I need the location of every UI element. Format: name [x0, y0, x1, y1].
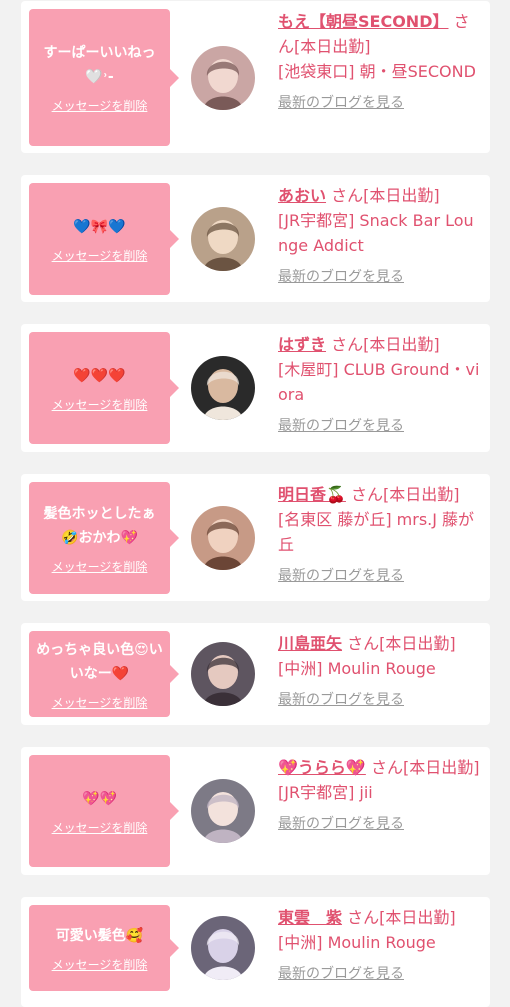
- cast-name-link[interactable]: 川島亜矢: [278, 634, 342, 653]
- work-status: さん[本日出勤]: [351, 485, 460, 504]
- avatar[interactable]: [191, 779, 255, 843]
- cast-name-line: はずき さん[本日出勤]: [278, 332, 482, 357]
- latest-blog-link[interactable]: 最新のブログを見る: [278, 92, 404, 112]
- delete-message-link[interactable]: メッセージを削除: [52, 396, 148, 413]
- message-bubble: 髪色ホッとしたぁ🤣おかわ💖 メッセージを削除: [29, 482, 179, 594]
- cast-info: あおい さん[本日出勤] [JR宇都宮] Snack Bar Lounge Ad…: [278, 183, 482, 286]
- latest-blog-link[interactable]: 最新のブログを見る: [278, 689, 404, 709]
- cast-name-line: 明日香🍒 さん[本日出勤]: [278, 482, 482, 507]
- message-text: 髪色ホッとしたぁ🤣おかわ💖: [43, 505, 156, 546]
- message-text: めっちゃ良い色😍いいなー❤️: [36, 641, 163, 682]
- avatar[interactable]: [191, 207, 255, 271]
- avatar[interactable]: [191, 642, 255, 706]
- message-card: めっちゃ良い色😍いいなー❤️ メッセージを削除 川島亜矢 さん[本日出勤] [中…: [21, 623, 490, 725]
- cast-info: 東雲 紫 さん[本日出勤] [中洲] Moulin Rouge 最新のブログを見…: [278, 905, 482, 983]
- message-card: すーぱーいいねっ🤍˒- メッセージを削除 もえ【朝昼SECOND】 さん[本日出…: [21, 1, 490, 153]
- cast-info: 💖うらら💖 さん[本日出勤] [JR宇都宮] jii 最新のブログを見る: [278, 755, 482, 833]
- avatar[interactable]: [191, 506, 255, 570]
- message-bubble: すーぱーいいねっ🤍˒- メッセージを削除: [29, 9, 179, 146]
- message-text: 💙🎀💙: [73, 218, 126, 235]
- message-card: 💙🎀💙 メッセージを削除 あおい さん[本日出勤] [JR宇都宮] Snack …: [21, 175, 490, 302]
- cast-info: はずき さん[本日出勤] [木屋町] CLUB Ground・viora 最新の…: [278, 332, 482, 435]
- profile-photo-icon: [191, 506, 255, 570]
- cast-name-link[interactable]: はずき: [278, 335, 326, 354]
- message-card: 💖💖 メッセージを削除 💖うらら💖 さん[本日出勤] [JR宇都宮] jii 最…: [21, 747, 490, 875]
- shop-info: [木屋町] CLUB Ground・viora: [278, 360, 480, 404]
- message-text: 可愛い髪色🥰: [55, 927, 144, 944]
- message-card: 髪色ホッとしたぁ🤣おかわ💖 メッセージを削除 明日香🍒 さん[本日出勤] [名東…: [21, 474, 490, 601]
- cast-info: 川島亜矢 さん[本日出勤] [中洲] Moulin Rouge 最新のブログを見…: [278, 631, 482, 709]
- work-status: さん[本日出勤]: [370, 758, 480, 777]
- profile-photo-icon: [191, 46, 255, 110]
- cast-name-link[interactable]: 💖うらら💖: [278, 758, 366, 777]
- delete-message-link[interactable]: メッセージを削除: [52, 694, 148, 711]
- cast-name-line: もえ【朝昼SECOND】 さん[本日出勤]: [278, 9, 482, 59]
- message-bubble: ❤️❤️❤️ メッセージを削除: [29, 332, 179, 444]
- cast-info: もえ【朝昼SECOND】 さん[本日出勤] [池袋東口] 朝・昼SECOND 最…: [278, 9, 482, 112]
- work-status: さん[本日出勤]: [347, 908, 456, 927]
- delete-message-link[interactable]: メッセージを削除: [52, 247, 148, 264]
- delete-message-link[interactable]: メッセージを削除: [52, 819, 148, 836]
- shop-info: [JR宇都宮] jii: [278, 783, 373, 802]
- cast-name-link[interactable]: もえ【朝昼SECOND】: [278, 12, 448, 31]
- latest-blog-link[interactable]: 最新のブログを見る: [278, 963, 404, 983]
- work-status: さん[本日出勤]: [331, 335, 440, 354]
- profile-photo-icon: [191, 916, 255, 980]
- shop-info: [中洲] Moulin Rouge: [278, 933, 436, 952]
- shop-info: [JR宇都宮] Snack Bar Lounge Addict: [278, 211, 474, 255]
- profile-photo-icon: [191, 642, 255, 706]
- message-text: ❤️❤️❤️: [73, 367, 126, 384]
- cast-name-line: あおい さん[本日出勤]: [278, 183, 482, 208]
- message-bubble: めっちゃ良い色😍いいなー❤️ メッセージを削除: [29, 631, 179, 717]
- message-card: ❤️❤️❤️ メッセージを削除 はずき さん[本日出勤] [木屋町] CLUB …: [21, 324, 490, 452]
- shop-info: [中洲] Moulin Rouge: [278, 659, 436, 678]
- profile-photo-icon: [191, 356, 255, 420]
- cast-name-link[interactable]: 明日香🍒: [278, 485, 346, 504]
- latest-blog-link[interactable]: 最新のブログを見る: [278, 813, 404, 833]
- avatar[interactable]: [191, 356, 255, 420]
- cast-name-link[interactable]: あおい: [278, 186, 326, 205]
- work-status: さん[本日出勤]: [347, 634, 456, 653]
- cast-info: 明日香🍒 さん[本日出勤] [名東区 藤が丘] mrs.J 藤が丘 最新のブログ…: [278, 482, 482, 585]
- cast-name-link[interactable]: 東雲 紫: [278, 908, 342, 927]
- cast-name-line: 💖うらら💖 さん[本日出勤]: [278, 755, 482, 780]
- message-bubble: 💙🎀💙 メッセージを削除: [29, 183, 179, 295]
- message-bubble: 可愛い髪色🥰 メッセージを削除: [29, 905, 179, 991]
- message-text: すーぱーいいねっ🤍˒-: [43, 45, 156, 85]
- message-card: 可愛い髪色🥰 メッセージを削除 東雲 紫 さん[本日出勤] [中洲] Mouli…: [21, 897, 490, 1007]
- latest-blog-link[interactable]: 最新のブログを見る: [278, 415, 404, 435]
- message-bubble: 💖💖 メッセージを削除: [29, 755, 179, 867]
- avatar[interactable]: [191, 46, 255, 110]
- shop-info: [池袋東口] 朝・昼SECOND: [278, 62, 476, 81]
- delete-message-link[interactable]: メッセージを削除: [52, 558, 148, 575]
- latest-blog-link[interactable]: 最新のブログを見る: [278, 565, 404, 585]
- avatar[interactable]: [191, 916, 255, 980]
- cast-name-line: 川島亜矢 さん[本日出勤]: [278, 631, 482, 656]
- profile-photo-icon: [191, 779, 255, 843]
- latest-blog-link[interactable]: 最新のブログを見る: [278, 266, 404, 286]
- delete-message-link[interactable]: メッセージを削除: [52, 97, 148, 114]
- profile-photo-icon: [191, 207, 255, 271]
- message-text: 💖💖: [82, 790, 117, 807]
- work-status: さん[本日出勤]: [331, 186, 440, 205]
- delete-message-link[interactable]: メッセージを削除: [52, 956, 148, 973]
- shop-info: [名東区 藤が丘] mrs.J 藤が丘: [278, 510, 475, 554]
- cast-name-line: 東雲 紫 さん[本日出勤]: [278, 905, 482, 930]
